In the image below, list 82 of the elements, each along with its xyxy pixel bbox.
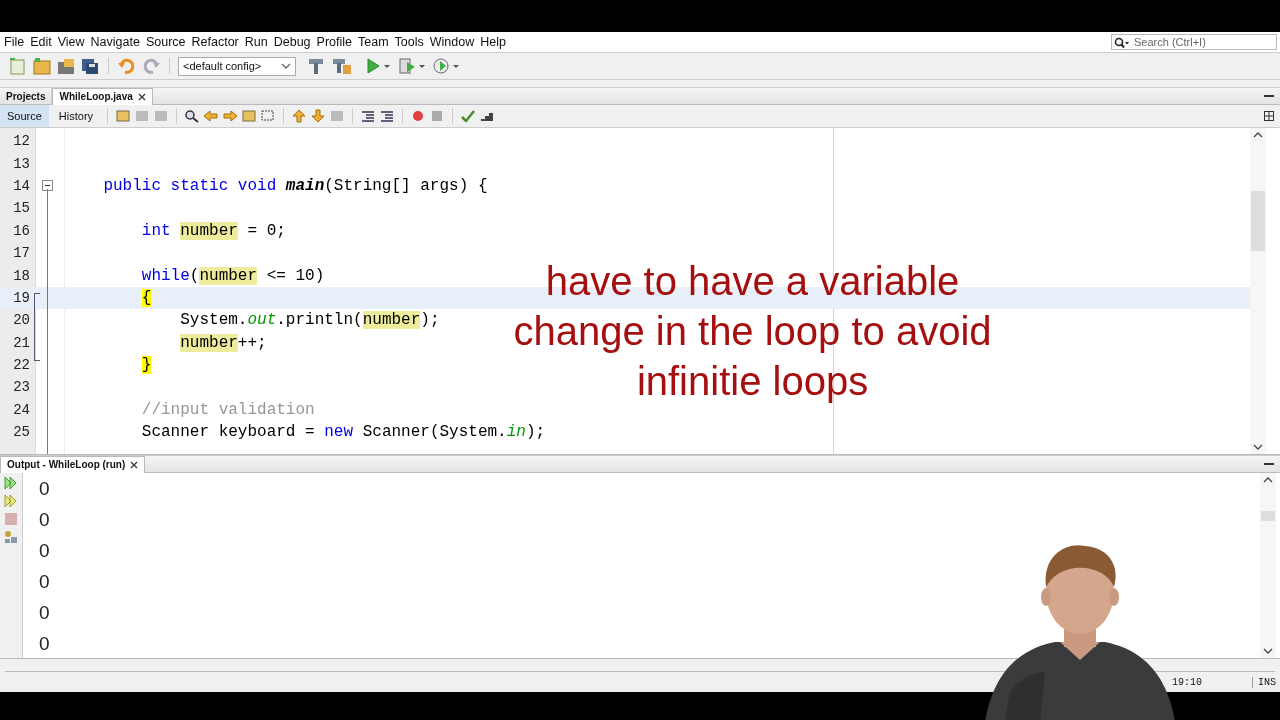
insert-mode: INS <box>1252 676 1280 688</box>
output-line: 0 <box>39 601 50 625</box>
scroll-up-icon[interactable] <box>1263 477 1273 483</box>
menu-item[interactable]: View <box>54 35 88 49</box>
find-icon[interactable] <box>184 109 201 123</box>
menu-item[interactable]: File <box>0 35 28 49</box>
line-number: 16 <box>12 222 31 239</box>
up-arrow-icon[interactable] <box>291 109 308 123</box>
line-number: 25 <box>12 424 31 441</box>
caption-text: have to have a variable change in the loop to avoid infinitie loops <box>512 258 993 405</box>
shift-left-icon[interactable] <box>360 109 377 123</box>
code-line: //input validation <box>140 400 315 419</box>
selection-icon[interactable] <box>260 109 277 123</box>
line-number: 12 <box>12 133 31 150</box>
line-number: 23 <box>12 379 31 396</box>
redo-icon[interactable] <box>141 57 161 75</box>
open-project-icon[interactable] <box>56 57 76 75</box>
scroll-thumb[interactable] <box>1251 191 1265 251</box>
rerun-with-options-icon[interactable] <box>4 494 18 508</box>
line-number: 17 <box>12 245 31 262</box>
next-icon[interactable] <box>222 109 239 123</box>
search-field[interactable]: Search (Ctrl+I) <box>1111 34 1277 50</box>
line-number: 20 <box>12 312 31 329</box>
scroll-down-icon[interactable] <box>1253 444 1263 450</box>
code-line: Scanner keyboard = new Scanner(System.in); <box>140 423 546 442</box>
menu-item[interactable]: Run <box>241 35 271 49</box>
line-number: 21 <box>12 334 31 351</box>
menu-item[interactable]: Source <box>142 35 189 49</box>
debug-icon[interactable] <box>398 57 428 75</box>
output-line: 0 <box>39 477 50 501</box>
new-file-icon[interactable] <box>8 57 28 75</box>
line-number: 13 <box>12 155 31 172</box>
line-number: 19 <box>12 289 31 306</box>
hammer-icon[interactable] <box>306 57 326 75</box>
scroll-down-icon[interactable] <box>1263 648 1273 654</box>
settings-icon[interactable] <box>4 530 18 544</box>
output-tab[interactable]: Output - WhileLoop (run) <box>0 455 146 473</box>
menu-item[interactable]: Window <box>426 35 478 49</box>
close-icon[interactable] <box>137 92 146 101</box>
line-number: 15 <box>12 200 31 217</box>
split-icon[interactable] <box>1264 111 1274 121</box>
new-project-icon[interactable] <box>32 57 52 75</box>
minimize-icon[interactable] <box>1264 94 1274 98</box>
scroll-thumb[interactable] <box>1261 510 1275 521</box>
close-icon[interactable] <box>130 460 139 469</box>
undo-icon[interactable] <box>117 57 137 75</box>
menu-item[interactable]: Profile <box>313 35 355 49</box>
code-line: int number = 0; <box>140 221 286 240</box>
output-line: 0 <box>39 632 50 656</box>
check-icon[interactable] <box>460 109 477 123</box>
line-number: 18 <box>12 267 31 284</box>
search-icon <box>1114 37 1130 49</box>
view-tab[interactable]: History <box>51 105 101 127</box>
menu-item[interactable]: Tools <box>391 35 427 49</box>
code-line: public static void main(String[] args) { <box>102 176 488 195</box>
config-dropdown[interactable]: <default config> <box>178 56 296 76</box>
output-line: 0 <box>39 508 50 532</box>
line-number: 22 <box>12 357 31 374</box>
menu-item[interactable]: Navigate <box>87 35 143 49</box>
profile-icon[interactable] <box>432 57 462 75</box>
menu-item[interactable]: Debug <box>270 35 314 49</box>
output-line: 0 <box>39 539 50 563</box>
code-line: while(number <= 10) <box>140 266 325 285</box>
cursor-position: 19:10 <box>1171 676 1202 688</box>
output-line: 0 <box>39 570 50 594</box>
down-arrow-icon[interactable] <box>310 109 327 123</box>
save-all-icon[interactable] <box>80 57 100 75</box>
scroll-up-icon[interactable] <box>1253 132 1263 138</box>
view-tab[interactable]: Source <box>0 105 49 127</box>
code-line: System.out.println(number); <box>179 311 440 330</box>
menu-item[interactable]: Team <box>355 35 392 49</box>
menu-item[interactable]: Refactor <box>188 35 242 49</box>
caret-icon <box>281 63 291 69</box>
menu-item[interactable]: Help <box>477 35 509 49</box>
editor-tab[interactable]: WhileLoop.java <box>52 87 153 105</box>
fold-icon[interactable] <box>42 180 53 192</box>
line-number: 24 <box>12 401 31 418</box>
shift-right-icon[interactable] <box>379 109 396 123</box>
line-number: 14 <box>12 177 31 194</box>
minimize-icon[interactable] <box>1264 462 1274 466</box>
rerun-icon[interactable] <box>4 476 18 490</box>
menu-item[interactable]: Edit <box>27 35 55 49</box>
